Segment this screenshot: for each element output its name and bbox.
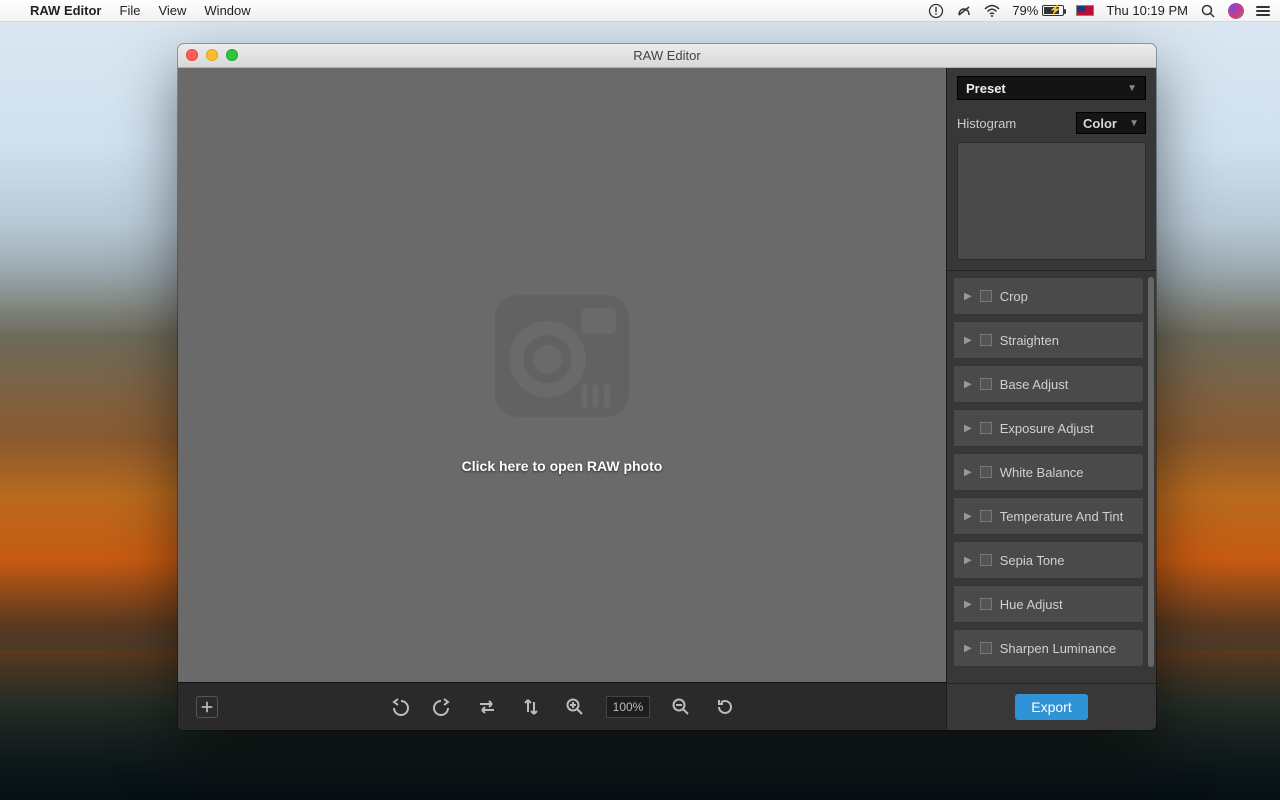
- window-traffic-lights: [186, 49, 238, 61]
- open-photo-hint: Click here to open RAW photo: [462, 458, 663, 474]
- adjustment-row[interactable]: ▶ Exposure Adjust: [953, 409, 1144, 447]
- chevron-down-icon: ▼: [1129, 118, 1139, 129]
- adjustment-checkbox[interactable]: [980, 422, 992, 434]
- adjustment-label: Sepia Tone: [1000, 553, 1065, 568]
- adjustment-checkbox[interactable]: [980, 466, 992, 478]
- disclosure-triangle-icon: ▶: [964, 555, 972, 566]
- redo-button[interactable]: [430, 694, 456, 720]
- adjustment-label: Temperature And Tint: [1000, 509, 1124, 524]
- adjustment-label: Base Adjust: [1000, 377, 1069, 392]
- adjustment-checkbox[interactable]: [980, 378, 992, 390]
- window-close-button[interactable]: [186, 49, 198, 61]
- spotlight-icon[interactable]: [1200, 3, 1216, 19]
- battery-percent: 79%: [1012, 3, 1038, 18]
- adjustment-checkbox[interactable]: [980, 290, 992, 302]
- menubar-item-window[interactable]: Window: [204, 3, 250, 18]
- add-photo-button[interactable]: [196, 696, 218, 718]
- adjustment-label: White Balance: [1000, 465, 1084, 480]
- histogram-label: Histogram: [957, 116, 1016, 131]
- window-minimize-button[interactable]: [206, 49, 218, 61]
- side-panel: Preset ▼ Histogram Color ▼ ▶ Crop ▶ Straigh…: [946, 68, 1156, 730]
- zoom-out-button[interactable]: [668, 694, 694, 720]
- undo-button[interactable]: [386, 694, 412, 720]
- adjustments-scroll-area: ▶ Crop ▶ Straighten ▶ Base Adjust ▶ Exposure Ad…: [947, 271, 1156, 683]
- adjustment-row[interactable]: ▶ Crop: [953, 277, 1144, 315]
- export-button[interactable]: Export: [1015, 694, 1087, 720]
- adjustment-label: Straighten: [1000, 333, 1059, 348]
- disclosure-triangle-icon: ▶: [964, 643, 972, 654]
- camera-placeholder-icon: [482, 276, 642, 436]
- adjustment-row[interactable]: ▶ Temperature And Tint: [953, 497, 1144, 535]
- adjustment-row[interactable]: ▶ Base Adjust: [953, 365, 1144, 403]
- disclosure-triangle-icon: ▶: [964, 291, 972, 302]
- reset-button[interactable]: [712, 694, 738, 720]
- disclosure-triangle-icon: ▶: [964, 335, 972, 346]
- histogram-mode-dropdown[interactable]: Color ▼: [1076, 112, 1146, 134]
- histogram-mode-value: Color: [1083, 116, 1117, 131]
- adjustment-checkbox[interactable]: [980, 598, 992, 610]
- macos-menubar: RAW Editor File View Window 79% ⚡ Thu 10…: [0, 0, 1280, 22]
- histogram-display: [957, 142, 1146, 260]
- preset-dropdown[interactable]: Preset ▼: [957, 76, 1146, 100]
- adjustment-checkbox[interactable]: [980, 334, 992, 346]
- menubar-item-file[interactable]: File: [120, 3, 141, 18]
- swap-horizontal-button[interactable]: [474, 694, 500, 720]
- menu-extra-icon-1[interactable]: [928, 3, 944, 19]
- menubar-item-view[interactable]: View: [158, 3, 186, 18]
- adjustment-label: Hue Adjust: [1000, 597, 1063, 612]
- swap-vertical-button[interactable]: [518, 694, 544, 720]
- input-source-flag-icon[interactable]: [1076, 5, 1094, 16]
- open-photo-dropzone[interactable]: Click here to open RAW photo: [178, 68, 946, 682]
- adjustment-label: Sharpen Luminance: [1000, 641, 1116, 656]
- notification-center-icon[interactable]: [1256, 6, 1270, 16]
- window-titlebar[interactable]: RAW Editor: [178, 44, 1156, 68]
- zoom-in-button[interactable]: [562, 694, 588, 720]
- adjustment-checkbox[interactable]: [980, 642, 992, 654]
- window-title: RAW Editor: [633, 48, 700, 63]
- menubar-clock[interactable]: Thu 10:19 PM: [1106, 3, 1188, 18]
- menubar-app-name[interactable]: RAW Editor: [30, 3, 102, 18]
- adjustment-checkbox[interactable]: [980, 554, 992, 566]
- zoom-level-field[interactable]: 100%: [606, 696, 650, 718]
- preset-dropdown-label: Preset: [966, 81, 1006, 96]
- disclosure-triangle-icon: ▶: [964, 511, 972, 522]
- adjustment-label: Crop: [1000, 289, 1028, 304]
- battery-icon: ⚡: [1042, 5, 1064, 16]
- adjustment-checkbox[interactable]: [980, 510, 992, 522]
- adjustment-row[interactable]: ▶ Straighten: [953, 321, 1144, 359]
- battery-status[interactable]: 79% ⚡: [1012, 3, 1064, 18]
- adjustment-row[interactable]: ▶ Sepia Tone: [953, 541, 1144, 579]
- disclosure-triangle-icon: ▶: [964, 423, 972, 434]
- chevron-down-icon: ▼: [1127, 83, 1137, 94]
- siri-icon[interactable]: [1228, 3, 1244, 19]
- window-zoom-button[interactable]: [226, 49, 238, 61]
- disclosure-triangle-icon: ▶: [964, 467, 972, 478]
- adjustment-row[interactable]: ▶ Sharpen Luminance: [953, 629, 1144, 667]
- disclosure-triangle-icon: ▶: [964, 379, 972, 390]
- adjustments-scrollbar[interactable]: [1148, 277, 1154, 667]
- canvas-pane: Click here to open RAW photo: [178, 68, 946, 730]
- bottom-toolbar: 100%: [178, 682, 946, 730]
- wifi-icon[interactable]: [984, 3, 1000, 19]
- adjustment-row[interactable]: ▶ Hue Adjust: [953, 585, 1144, 623]
- adjustment-label: Exposure Adjust: [1000, 421, 1094, 436]
- menu-extra-icon-2[interactable]: [956, 3, 972, 19]
- disclosure-triangle-icon: ▶: [964, 599, 972, 610]
- adjustment-row[interactable]: ▶ White Balance: [953, 453, 1144, 491]
- app-window: RAW Editor Click here to: [178, 44, 1156, 730]
